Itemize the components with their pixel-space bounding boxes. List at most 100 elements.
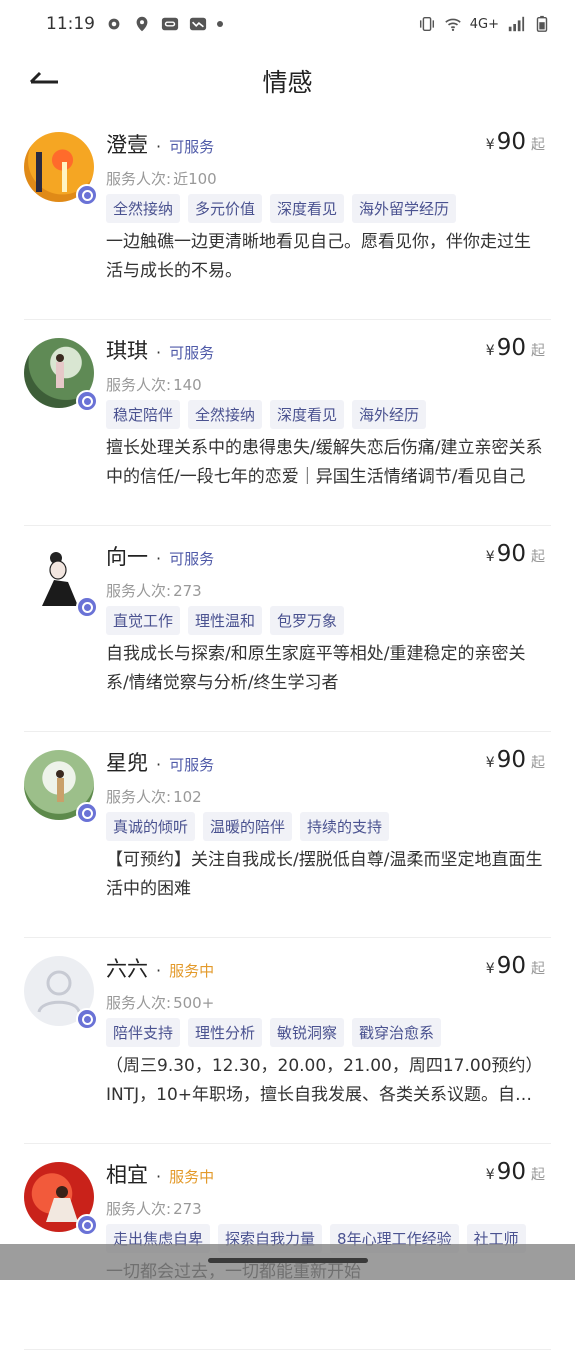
description: （周三9.30，12.30，20.00，21.00，周四17.00预约）INTJ…	[106, 1056, 543, 1105]
gesture-navigation-bar	[0, 1244, 575, 1280]
tag: 多元价值	[188, 194, 263, 223]
description: 自我成长与探索/和原生家庭平等相处/重建稳定的亲密关系/情绪觉察与分析/终生学习…	[106, 644, 526, 693]
settings-icon	[108, 18, 120, 30]
price-suffix: 起	[531, 343, 545, 359]
price: ¥ 90 起	[486, 129, 545, 155]
price-amount: 90	[496, 335, 526, 361]
price-amount: 90	[496, 541, 526, 567]
tag: 海外留学经历	[352, 194, 457, 223]
counselor-card[interactable]: 琪琪 · 可服务 ¥ 90 起 服务人次: 140 稳定陪伴 全然接纳 深度看见 …	[24, 320, 551, 526]
status-label: 服务中	[169, 962, 215, 980]
status-time: 11:19	[46, 14, 95, 34]
tag: 全然接纳	[106, 194, 181, 223]
tag-list: 全然接纳 多元价值 深度看见 海外留学经历	[106, 194, 457, 223]
verified-badge-icon	[76, 184, 98, 206]
price: ¥ 90 起	[486, 747, 545, 773]
counselor-card[interactable]: 向一 · 可服务 ¥ 90 起 服务人次: 273 直觉工作 理性温和 包罗万象 …	[24, 526, 551, 732]
price-amount: 90	[496, 129, 526, 155]
status-label: 可服务	[169, 550, 215, 568]
separator-dot: ·	[156, 961, 162, 980]
battery-icon	[536, 15, 548, 32]
status-label: 可服务	[169, 138, 215, 156]
price-suffix: 起	[531, 137, 545, 153]
counselor-card[interactable]: 星兜 · 可服务 ¥ 90 起 服务人次: 102 真诚的倾听 温暖的陪伴 持续的…	[24, 732, 551, 938]
status-label: 可服务	[169, 344, 215, 362]
separator-dot: ·	[156, 343, 162, 362]
counselor-card[interactable]: 澄壹 · 可服务 ¥ 90 起 服务人次: 近100 全然接纳 多元价值 深度看见…	[24, 114, 551, 320]
verified-badge-icon	[76, 596, 98, 618]
tag: 温暖的陪伴	[203, 812, 293, 841]
counselor-list: 澄壹 · 可服务 ¥ 90 起 服务人次: 近100 全然接纳 多元价值 深度看见…	[0, 114, 575, 1350]
counselor-card[interactable]: 六六 · 服务中 ¥ 90 起 服务人次: 500+ 陪伴支持 理性分析 敏锐洞察…	[24, 938, 551, 1144]
description: 擅长处理关系中的患得患失/缓解失恋后伤痛/建立亲密关系中的信任/一段七年的恋爱｜…	[106, 438, 543, 487]
currency-symbol: ¥	[485, 961, 495, 977]
currency-symbol: ¥	[485, 343, 495, 359]
service-count: 服务人次: 273	[106, 1200, 202, 1218]
tag: 海外经历	[352, 400, 427, 429]
service-count: 服务人次: 500+	[106, 994, 215, 1012]
tag: 深度看见	[270, 194, 345, 223]
vibrate-icon	[419, 16, 434, 32]
home-indicator[interactable]	[208, 1258, 368, 1263]
page-title: 情感	[262, 68, 313, 97]
service-count: 服务人次: 140	[106, 376, 202, 394]
description: 【可预约】关注自我成长/摆脱低自尊/温柔而坚定地直面生活中的困难	[106, 850, 543, 899]
app-notification-icon-2	[189, 17, 207, 31]
tag: 理性分析	[188, 1018, 263, 1047]
price-suffix: 起	[531, 549, 545, 565]
top-navigation-bar: 情感	[0, 48, 575, 114]
currency-symbol: ¥	[485, 755, 495, 771]
tag: 全然接纳	[188, 400, 263, 429]
counselor-name: 星兜	[106, 751, 148, 775]
tag: 理性温和	[188, 606, 263, 635]
wifi-icon	[445, 18, 461, 32]
separator-dot: ·	[156, 137, 162, 156]
tag-list: 陪伴支持 理性分析 敏锐洞察 戳穿治愈系	[106, 1018, 442, 1047]
counselor-name: 相宜	[106, 1163, 148, 1187]
tag: 敏锐洞察	[270, 1018, 345, 1047]
status-label: 服务中	[169, 1168, 215, 1186]
counselor-name: 澄壹	[106, 133, 148, 157]
separator-dot: ·	[156, 755, 162, 774]
tag: 包罗万象	[270, 606, 345, 635]
separator-dot: ·	[156, 1167, 162, 1186]
tag-list: 真诚的倾听 温暖的陪伴 持续的支持	[106, 812, 390, 841]
price-amount: 90	[496, 953, 526, 979]
price-suffix: 起	[531, 755, 545, 771]
service-count: 服务人次: 近100	[106, 170, 217, 188]
price-amount: 90	[496, 1159, 526, 1185]
tag-list: 直觉工作 理性温和 包罗万象	[106, 606, 345, 635]
app-notification-icon	[161, 17, 179, 31]
tag: 持续的支持	[300, 812, 390, 841]
counselor-name: 向一	[106, 545, 148, 569]
status-bar: 11:19 4G+	[0, 0, 575, 48]
signal-icon	[508, 16, 525, 32]
currency-symbol: ¥	[485, 137, 495, 153]
location-icon	[136, 16, 148, 32]
verified-badge-icon	[76, 802, 98, 824]
verified-badge-icon	[76, 1214, 98, 1236]
status-label: 可服务	[169, 756, 215, 774]
price: ¥ 90 起	[486, 1159, 545, 1185]
back-arrow-icon[interactable]	[28, 66, 62, 96]
service-count: 服务人次: 102	[106, 788, 202, 806]
verified-badge-icon	[76, 390, 98, 412]
currency-symbol: ¥	[485, 1167, 495, 1183]
service-count: 服务人次: 273	[106, 582, 202, 600]
description: 一边触礁一边更清晰地看见自己。愿看见你，伴你走过生活与成长的不易。	[106, 232, 531, 281]
tag: 戳穿治愈系	[352, 1018, 442, 1047]
more-notifications-dot	[217, 21, 223, 27]
price-amount: 90	[496, 747, 526, 773]
currency-symbol: ¥	[485, 549, 495, 565]
price: ¥ 90 起	[486, 953, 545, 979]
tag-list: 稳定陪伴 全然接纳 深度看见 海外经历	[106, 400, 427, 429]
tag: 深度看见	[270, 400, 345, 429]
tag: 真诚的倾听	[106, 812, 196, 841]
price-suffix: 起	[531, 1167, 545, 1183]
price-suffix: 起	[531, 961, 545, 977]
tag: 直觉工作	[106, 606, 181, 635]
tag: 陪伴支持	[106, 1018, 181, 1047]
network-type: 4G+	[469, 16, 499, 32]
counselor-name: 琪琪	[106, 339, 148, 363]
tag: 稳定陪伴	[106, 400, 181, 429]
